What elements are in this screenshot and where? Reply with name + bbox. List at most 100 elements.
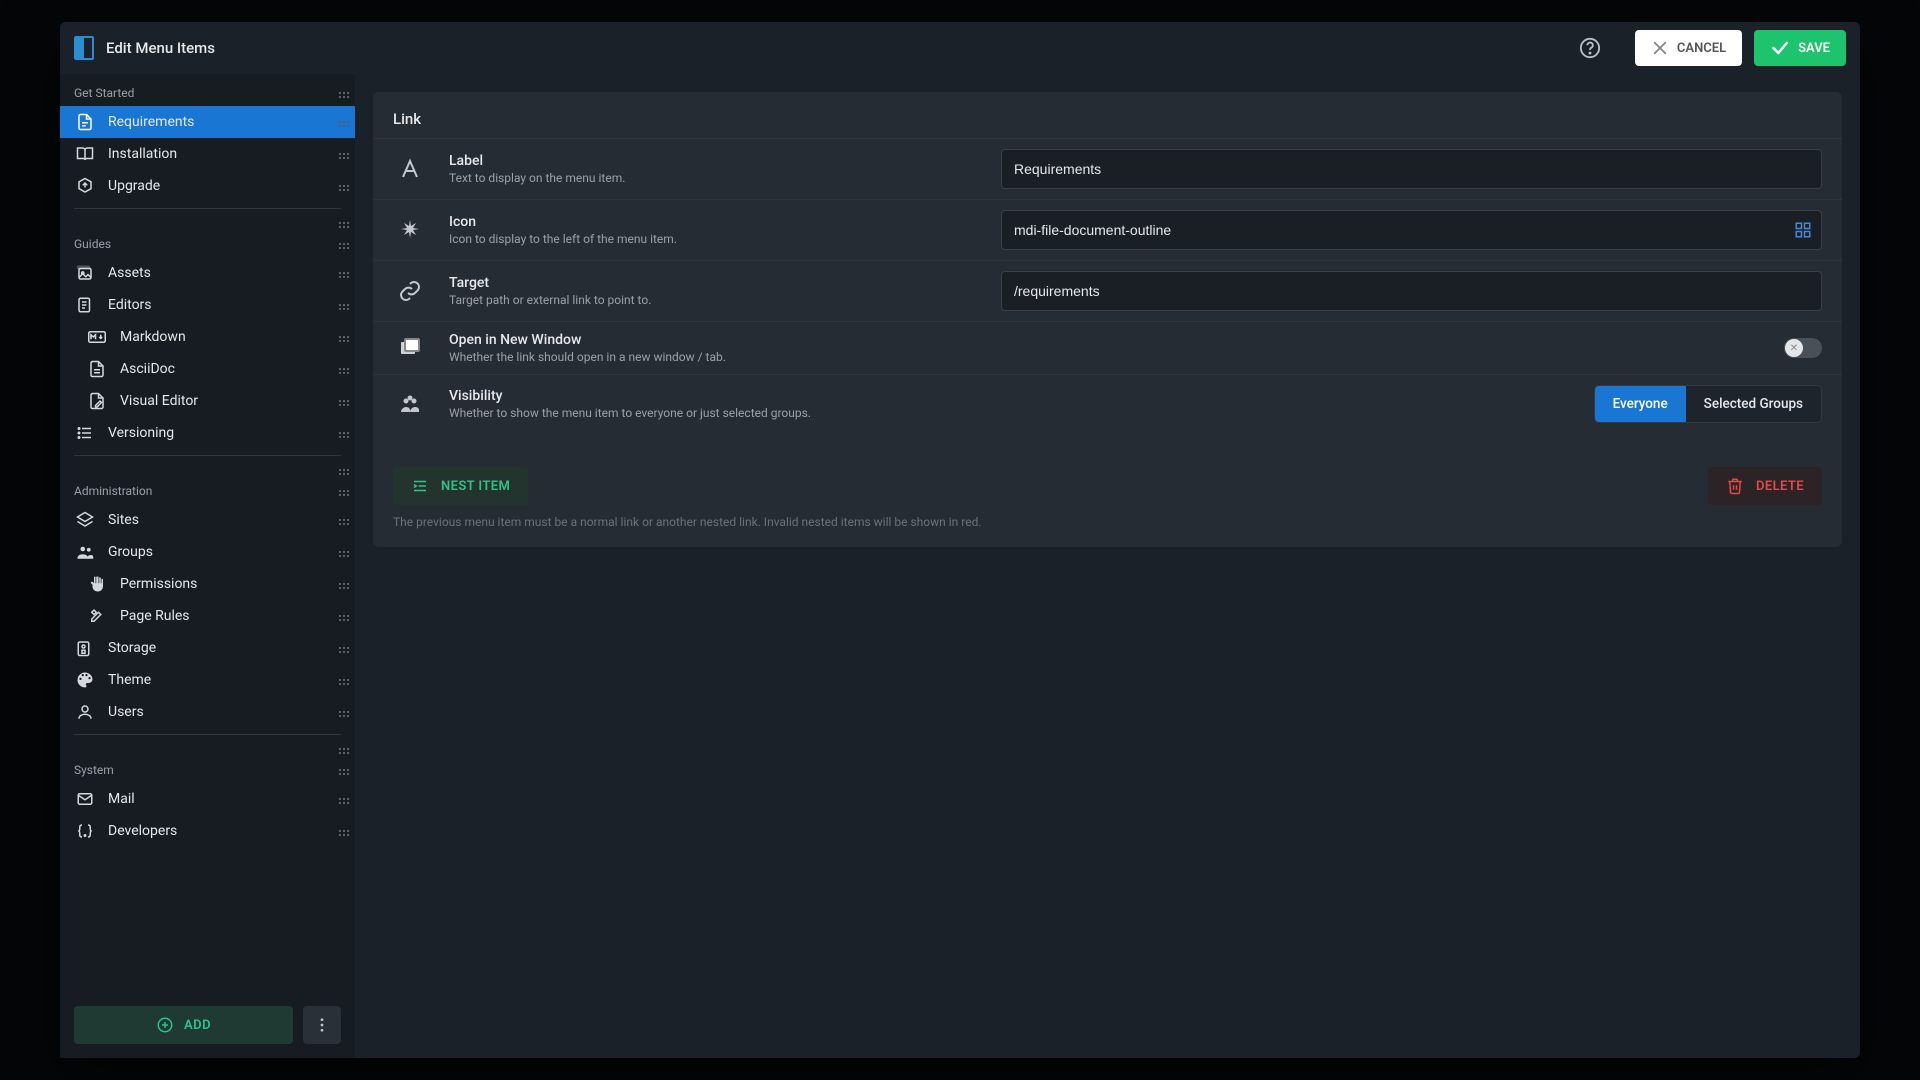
- label-input[interactable]: [1001, 149, 1822, 189]
- sidebar-item-installation[interactable]: Installation: [60, 138, 355, 170]
- section-header-administration[interactable]: Administration: [60, 478, 355, 504]
- drag-handle-icon[interactable]: [339, 153, 341, 155]
- field-visibility: Visibility Whether to show the menu item…: [373, 374, 1842, 433]
- more-options-button[interactable]: [303, 1006, 341, 1044]
- section-header-get-started[interactable]: Get Started: [60, 80, 355, 106]
- sidebar-item-label: Assets: [108, 265, 327, 281]
- link-icon: [393, 279, 427, 303]
- divider: [74, 208, 341, 209]
- sidebar-item-label: Permissions: [120, 576, 327, 592]
- drag-handle-icon[interactable]: [339, 711, 341, 713]
- drag-handle-icon[interactable]: [339, 469, 341, 471]
- sidebar-item-label: Editors: [108, 297, 327, 313]
- drag-handle-icon[interactable]: [339, 185, 341, 187]
- drag-handle-icon[interactable]: [339, 121, 341, 123]
- divider: [74, 734, 341, 735]
- braces-icon: [74, 822, 96, 840]
- visibility-selected-groups[interactable]: Selected Groups: [1686, 386, 1821, 422]
- drag-handle-icon[interactable]: [339, 519, 341, 521]
- sidebar-item-requirements[interactable]: Requirements: [60, 106, 355, 138]
- sidebar-item-label: Requirements: [108, 114, 327, 130]
- sidebar-item-permissions[interactable]: Permissions: [60, 568, 355, 600]
- icon-picker-button[interactable]: [1794, 221, 1812, 239]
- sidebar-item-versioning[interactable]: Versioning: [60, 417, 355, 449]
- sidebar-item-label: Page Rules: [120, 608, 327, 624]
- trash-icon: [1726, 477, 1744, 495]
- sidebar-item-developers[interactable]: Developers: [60, 815, 355, 847]
- asterisk-icon: [393, 218, 427, 242]
- sidebar-item-theme[interactable]: Theme: [60, 664, 355, 696]
- sidebar-item-editors[interactable]: Editors: [60, 289, 355, 321]
- drag-handle-icon[interactable]: [339, 647, 341, 649]
- field-open-new-window: Open in New Window Whether the link shou…: [373, 321, 1842, 374]
- drag-handle-icon[interactable]: [339, 798, 341, 800]
- field-target: Target Target path or external link to p…: [373, 260, 1842, 321]
- nest-item-button[interactable]: NEST ITEM: [393, 467, 528, 505]
- drag-handle-icon[interactable]: [339, 92, 341, 94]
- sidebar-item-label: Groups: [108, 544, 327, 560]
- sidebar-item-sites[interactable]: Sites: [60, 504, 355, 536]
- drag-handle-icon[interactable]: [339, 304, 341, 306]
- palette-icon: [74, 671, 96, 689]
- drag-handle-icon[interactable]: [339, 336, 341, 338]
- sidebar-item-upgrade[interactable]: Upgrade: [60, 170, 355, 202]
- sidebar-item-users[interactable]: Users: [60, 696, 355, 728]
- open-new-window-toggle[interactable]: ✕: [1784, 338, 1822, 358]
- drag-handle-icon[interactable]: [339, 615, 341, 617]
- close-icon: [1651, 39, 1669, 57]
- sidebar-item-asciidoc[interactable]: AsciiDoc: [60, 353, 355, 385]
- dots-vertical-icon: [313, 1016, 331, 1034]
- add-button[interactable]: ADD: [74, 1006, 293, 1044]
- window-icon: [393, 336, 427, 360]
- letter-a-icon: [393, 157, 427, 181]
- link-panel: Link Label Text to display on the menu i…: [373, 92, 1842, 547]
- sidebar-item-groups[interactable]: Groups: [60, 536, 355, 568]
- visibility-everyone[interactable]: Everyone: [1595, 386, 1686, 422]
- book-open-icon: [74, 145, 96, 163]
- icon-input[interactable]: [1001, 210, 1822, 250]
- save-button[interactable]: SAVE: [1754, 30, 1846, 66]
- drag-handle-icon[interactable]: [339, 551, 341, 553]
- sidebar-item-label: Installation: [108, 146, 327, 162]
- file-document-icon: [74, 113, 96, 131]
- sidebar-item-label: Versioning: [108, 425, 327, 441]
- section-header-guides[interactable]: Guides: [60, 231, 355, 257]
- drag-handle-icon[interactable]: [339, 272, 341, 274]
- drag-handle-icon[interactable]: [339, 400, 341, 402]
- indent-icon: [411, 477, 429, 495]
- sidebar-item-label: Visual Editor: [120, 393, 327, 409]
- divider: [74, 455, 341, 456]
- sidebar-item-storage[interactable]: Storage: [60, 632, 355, 664]
- sidebar-item-label: Theme: [108, 672, 327, 688]
- help-button[interactable]: [1575, 33, 1605, 63]
- drag-handle-icon[interactable]: [339, 748, 341, 750]
- drag-handle-icon[interactable]: [339, 432, 341, 434]
- sidebar-item-mail[interactable]: Mail: [60, 783, 355, 815]
- sidebar-item-label: Upgrade: [108, 178, 327, 194]
- section-header-system[interactable]: System: [60, 757, 355, 783]
- modal-header: Edit Menu Items CANCEL SAVE: [60, 22, 1860, 74]
- page-edit-icon: [74, 296, 96, 314]
- cancel-button[interactable]: CANCEL: [1635, 30, 1742, 66]
- sidebar-item-visual-editor[interactable]: Visual Editor: [60, 385, 355, 417]
- delete-button[interactable]: DELETE: [1708, 467, 1822, 505]
- people-icon: [74, 543, 96, 561]
- sidebar-item-page-rules[interactable]: Page Rules: [60, 600, 355, 632]
- drag-handle-icon[interactable]: [339, 490, 341, 492]
- drag-handle-icon[interactable]: [339, 769, 341, 771]
- drag-handle-icon[interactable]: [339, 679, 341, 681]
- tools-icon: [86, 607, 108, 625]
- user-icon: [74, 703, 96, 721]
- hexagon-up-icon: [74, 177, 96, 195]
- target-input[interactable]: [1001, 271, 1822, 311]
- drag-handle-icon[interactable]: [339, 222, 341, 224]
- plus-circle-icon: [156, 1016, 174, 1034]
- sidebar-item-markdown[interactable]: Markdown: [60, 321, 355, 353]
- drag-handle-icon[interactable]: [339, 583, 341, 585]
- sidebar-item-assets[interactable]: Assets: [60, 257, 355, 289]
- drag-handle-icon[interactable]: [339, 830, 341, 832]
- sidebar-item-label: Markdown: [120, 329, 327, 345]
- drag-handle-icon[interactable]: [339, 243, 341, 245]
- drag-handle-icon[interactable]: [339, 368, 341, 370]
- sidebar-item-label: Sites: [108, 512, 327, 528]
